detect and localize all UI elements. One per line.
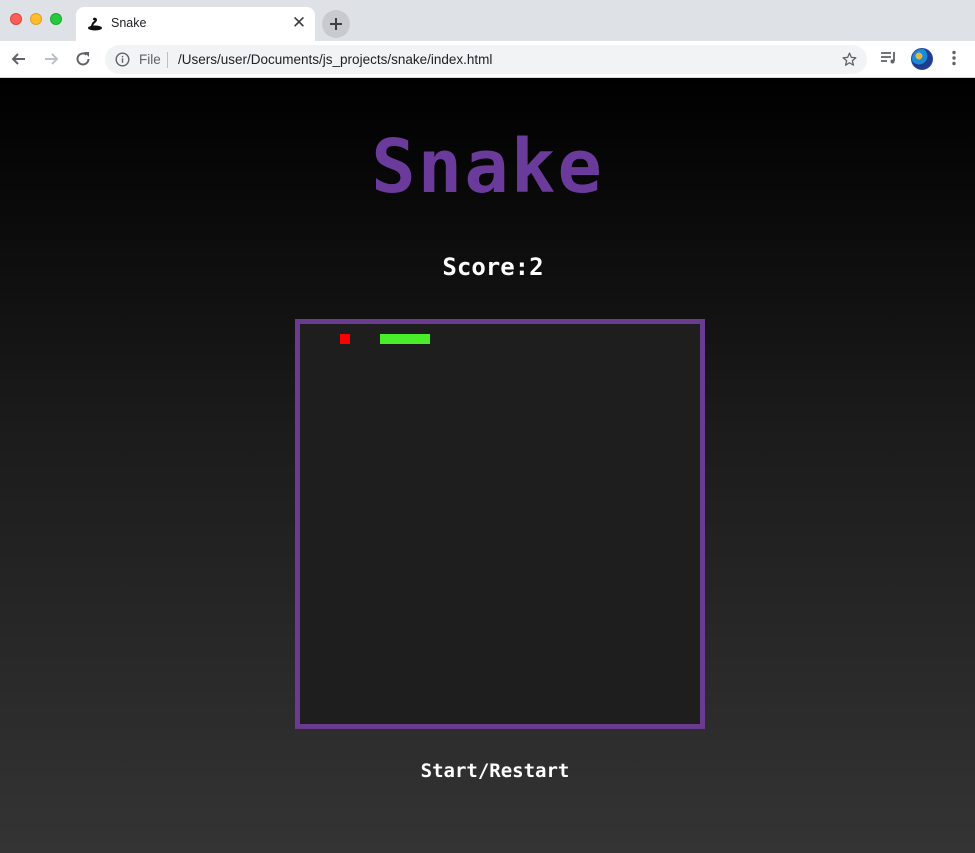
url-scheme-label: File <box>139 52 161 67</box>
close-window-button[interactable] <box>10 13 22 25</box>
snake-segment <box>390 334 400 344</box>
info-icon[interactable] <box>115 52 130 67</box>
tab-bar: Snake ✕ <box>0 0 975 41</box>
media-playlist-icon[interactable] <box>880 49 898 67</box>
snake-segment <box>410 334 420 344</box>
game-board[interactable] <box>295 319 705 729</box>
new-tab-button[interactable] <box>322 10 350 38</box>
snake-favicon-icon <box>88 17 102 31</box>
kebab-menu-icon[interactable] <box>946 49 962 67</box>
snake-head <box>420 334 430 344</box>
score-value: 2 <box>529 253 544 281</box>
page-content: Snake Score:2 Start/Restart <box>0 78 975 853</box>
food-pellet <box>340 334 350 344</box>
arrow-right-icon[interactable] <box>41 49 61 69</box>
plus-icon <box>330 18 342 30</box>
tab-title: Snake <box>111 16 147 30</box>
snake-segment <box>380 334 390 344</box>
start-restart-button[interactable]: Start/Restart <box>390 756 600 786</box>
snake-segment <box>400 334 410 344</box>
tab-close-icon[interactable]: ✕ <box>290 14 308 32</box>
browser-toolbar: File /Users/user/Documents/js_projects/s… <box>0 41 975 78</box>
divider <box>167 52 168 68</box>
address-bar[interactable]: File /Users/user/Documents/js_projects/s… <box>105 45 867 74</box>
game-title: Snake <box>371 124 604 210</box>
reload-icon[interactable] <box>73 49 93 69</box>
star-icon[interactable] <box>841 51 858 68</box>
score-display: Score:2 <box>0 253 975 281</box>
zoom-window-button[interactable] <box>50 13 62 25</box>
arrow-left-icon[interactable] <box>9 49 29 69</box>
tab-snake[interactable]: Snake ✕ <box>76 7 315 41</box>
score-label: Score: <box>442 253 530 281</box>
avatar[interactable] <box>911 48 933 70</box>
minimize-window-button[interactable] <box>30 13 42 25</box>
url-text[interactable]: /Users/user/Documents/js_projects/snake/… <box>178 52 492 67</box>
